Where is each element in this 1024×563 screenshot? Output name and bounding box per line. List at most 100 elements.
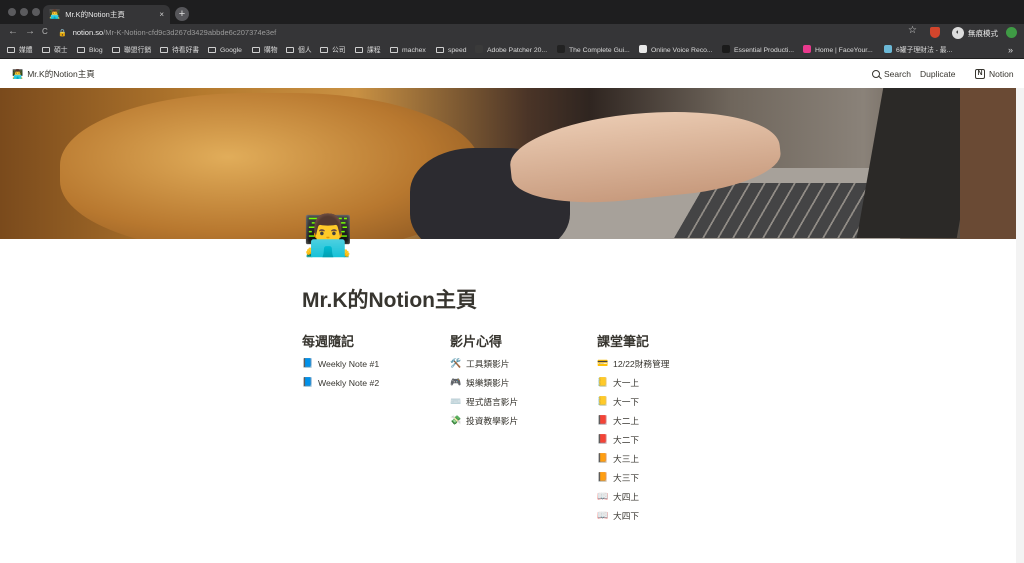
notion-logo-icon: N: [975, 69, 985, 79]
address-bar[interactable]: 🔒 notion.so/Mr-K-Notion-cfd9c3d267d3429ab…: [58, 26, 938, 40]
window-minimize-button[interactable]: [20, 8, 28, 16]
bookmark-item[interactable]: 個人: [286, 42, 312, 58]
bookmark-item[interactable]: Adobe Patcher 20...: [475, 42, 547, 58]
incognito-indicator[interactable]: ◐ 無痕模式: [952, 26, 998, 40]
page-link-emoji-icon: 📘: [302, 377, 314, 387]
page-link-emoji-icon: 📙: [597, 453, 609, 463]
page-link-emoji-icon: 📖: [597, 510, 609, 520]
tab-title: Mr.K的Notion主頁: [65, 10, 125, 19]
page-link-emoji-icon: 📕: [597, 434, 609, 444]
search-label: Search: [884, 69, 911, 79]
page-link[interactable]: 📘 Weekly Note #2: [302, 373, 379, 392]
bookmark-item[interactable]: Blog: [77, 42, 103, 58]
breadcrumb[interactable]: 👨‍💻 Mr.K的Notion主頁: [12, 68, 95, 80]
bookmark-item[interactable]: 聯盟行銷: [112, 42, 151, 58]
page-link[interactable]: 📒 大一上: [597, 373, 670, 392]
bookmark-label: 購物: [264, 47, 278, 54]
page-link[interactable]: 📘 Weekly Note #1: [302, 354, 379, 373]
page-link[interactable]: 📙 大三下: [597, 468, 670, 487]
new-tab-button[interactable]: +: [175, 7, 189, 21]
bookmark-item[interactable]: 購物: [252, 42, 278, 58]
bookmark-item[interactable]: 課程: [355, 42, 381, 58]
page-link[interactable]: 💳 12/22財務管理: [597, 354, 669, 373]
tab-favicon-icon: 👨‍💻: [49, 9, 61, 19]
bookmark-label: machex: [402, 47, 426, 54]
bookmarks-bar: 媒體 碩士 Blog 聯盟行銷 待看好書 Google 購物 個人 公司 課程 machex spee…: [0, 42, 1024, 59]
search-button[interactable]: Search: [872, 69, 911, 79]
page-title[interactable]: Mr.K的Notion主頁: [302, 284, 477, 314]
bookmark-item[interactable]: 碩士: [42, 42, 68, 58]
more-bookmarks-icon[interactable]: »: [1008, 42, 1013, 58]
bookmark-label: Essential Producti...: [734, 47, 795, 54]
bookmark-item[interactable]: 公司: [320, 42, 346, 58]
page-link[interactable]: 🛠️ 工具類影片: [450, 354, 518, 373]
extension-dot-icon[interactable]: [1006, 27, 1017, 38]
bookmark-item[interactable]: speed: [436, 42, 467, 58]
folder-icon: [112, 47, 120, 53]
page-link-emoji-icon: 💳: [597, 358, 609, 368]
forward-arrow-icon[interactable]: →: [25, 26, 35, 37]
folder-icon: [355, 47, 363, 53]
window-zoom-button[interactable]: [32, 8, 40, 16]
page-scrollbar[interactable]: [1016, 88, 1024, 563]
bookmark-item[interactable]: machex: [390, 42, 426, 58]
notion-label: Notion: [989, 69, 1014, 79]
folder-icon: [252, 47, 260, 53]
duplicate-button[interactable]: Duplicate: [920, 69, 955, 79]
duplicate-label: Duplicate: [920, 69, 956, 79]
page-link[interactable]: 🎮 娛樂類影片: [450, 373, 518, 392]
bookmark-item[interactable]: 待看好書: [160, 42, 199, 58]
browser-tab-active[interactable]: 👨‍💻 Mr.K的Notion主頁 ×: [43, 5, 170, 24]
page-link-label: 大一上: [613, 378, 640, 388]
page-link[interactable]: 📒 大一下: [597, 392, 670, 411]
incognito-icon: ◐: [952, 27, 964, 39]
bookmark-item[interactable]: Essential Producti...: [722, 42, 795, 58]
url-path: /Mr-K-Notion-cfd9c3d267d3429abbde6c20737…: [103, 28, 277, 37]
back-arrow-icon[interactable]: ←: [8, 26, 18, 37]
page-link-label: 大三上: [613, 454, 640, 464]
page-column: 課堂筆記 💳 12/22財務管理 📒 大一上 📒 大一下 📕 大二上 📕 大二下 📙 大三上 📙 大三下 📖 大…: [597, 333, 670, 525]
folder-icon: [320, 47, 328, 53]
page-emoji-icon: 👨‍💻: [12, 68, 24, 79]
site-favicon-icon: [803, 45, 811, 53]
page-link[interactable]: ⌨️ 程式語言影片: [450, 392, 518, 411]
column-heading[interactable]: 影片心得: [450, 333, 518, 353]
page-cover-image[interactable]: [0, 88, 1016, 239]
column-heading[interactable]: 課堂筆記: [597, 333, 670, 353]
bookmark-item[interactable]: 6罐子理財法 - 最...: [884, 42, 952, 58]
notion-topbar: 👨‍💻 Mr.K的Notion主頁 Search Duplicate N Not…: [0, 60, 1024, 88]
bookmark-label: 碩士: [54, 47, 68, 54]
page-link-label: 大四上: [613, 492, 640, 502]
bookmark-item[interactable]: Online Voice Reco...: [639, 42, 713, 58]
page-link[interactable]: 📖 大四下: [597, 506, 670, 525]
site-favicon-icon: [557, 45, 565, 53]
page-link-label: 投資教學影片: [466, 416, 519, 426]
reload-icon[interactable]: C: [42, 27, 48, 36]
notion-button[interactable]: N Notion: [975, 69, 1014, 79]
extension-shield-icon[interactable]: [930, 27, 940, 38]
page-link-label: 大一下: [613, 397, 640, 407]
bookmark-item[interactable]: Google: [208, 42, 242, 58]
site-favicon-icon: [722, 45, 730, 53]
page-link[interactable]: 📕 大二上: [597, 411, 670, 430]
page-column: 每週隨記 📘 Weekly Note #1 📘 Weekly Note #2: [302, 333, 379, 392]
bookmark-item[interactable]: Home | FaceYour...: [803, 42, 873, 58]
page-icon[interactable]: 👨‍💻: [303, 212, 353, 260]
bookmark-star-icon[interactable]: ☆: [908, 25, 917, 36]
page-link[interactable]: 💸 投資教學影片: [450, 411, 518, 430]
tab-close-icon[interactable]: ×: [159, 10, 164, 19]
folder-icon: [390, 47, 398, 53]
column-heading[interactable]: 每週隨記: [302, 333, 379, 353]
page-link[interactable]: 📙 大三上: [597, 449, 670, 468]
page-link-label: 程式語言影片: [466, 397, 519, 407]
page-link[interactable]: 📕 大二下: [597, 430, 670, 449]
page-link[interactable]: 📖 大四上: [597, 487, 670, 506]
page-link-label: 大三下: [613, 473, 640, 483]
bookmark-item[interactable]: The Complete Gui...: [557, 42, 630, 58]
bookmark-label: 個人: [298, 47, 312, 54]
bookmark-item[interactable]: 媒體: [7, 42, 33, 58]
window-close-button[interactable]: [8, 8, 16, 16]
site-favicon-icon: [475, 45, 483, 53]
folder-icon: [77, 47, 85, 53]
page-link-label: 大四下: [613, 511, 640, 521]
